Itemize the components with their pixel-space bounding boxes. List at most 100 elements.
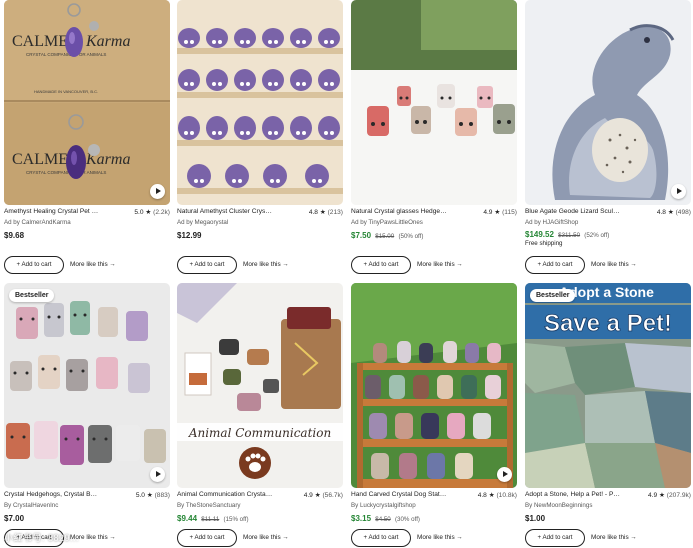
listing-image[interactable]: CALMER Karma CRYSTAL COMPANION FOR ANIMA…: [4, 0, 170, 205]
discount-percent: (52% off): [584, 232, 610, 239]
discount-percent: (30% off): [394, 516, 420, 523]
seller-name: Ad by CalmerAndKarma: [4, 219, 71, 226]
crystal-animal-figurines-image: [4, 283, 170, 488]
star-icon: ★: [319, 209, 326, 216]
seller-name: By CrystalHavenInc: [4, 502, 59, 509]
listing-title[interactable]: Blue Agate Geode Lizard Sculpt...: [525, 208, 621, 215]
listing-image[interactable]: [351, 0, 517, 205]
listing-title[interactable]: Animal Communication Crystal ...: [177, 491, 273, 498]
star-icon: ★: [145, 209, 152, 216]
sale-price: $7.50: [351, 231, 372, 240]
sale-price: $9.44: [177, 514, 198, 523]
listing-meta: Natural Amethyst Cluster Crystal... 4.8 …: [177, 208, 343, 240]
add-to-cart-button[interactable]: + Add to cart: [525, 529, 585, 547]
listing-rating: 5.0 ★ (2.2k): [134, 209, 170, 216]
video-play-icon[interactable]: [497, 467, 512, 482]
more-like-this-link[interactable]: More like this →: [70, 256, 116, 274]
price: $7.00: [4, 514, 25, 523]
more-like-this-link[interactable]: More like this →: [243, 256, 289, 274]
add-to-cart-button[interactable]: + Add to cart: [525, 256, 585, 274]
listing-title[interactable]: Natural Crystal glasses Hedgeho...: [351, 208, 447, 215]
listing-meta: Amethyst Healing Crystal Pet Co... 5.0 ★…: [4, 208, 170, 240]
listing-image[interactable]: Bestseller: [4, 283, 170, 488]
original-price: $4.50: [375, 516, 391, 523]
listing-title[interactable]: Amethyst Healing Crystal Pet Co...: [4, 208, 100, 215]
add-to-cart-button[interactable]: + Add to cart: [177, 256, 237, 274]
listing-rating: 4.8 ★ (498): [656, 209, 691, 216]
tag-brand-text-2: Karma: [85, 33, 130, 50]
star-icon: ★: [146, 492, 153, 499]
listing-meta: Natural Crystal glasses Hedgeho... 4.9 ★…: [351, 208, 517, 240]
adopt-a-stone-image: Adopt a Stone Save a Pet!: [525, 283, 691, 488]
listing-meta: Adopt a Stone, Help a Pet! - Proo... 4.9…: [525, 491, 691, 523]
star-icon: ★: [314, 492, 321, 499]
listing-meta: Hand Carved Crystal Dog Statue... 4.8 ★ …: [351, 491, 517, 523]
star-icon: ★: [667, 209, 674, 216]
video-play-icon[interactable]: [150, 467, 165, 482]
listing-rating: 5.0 ★ (883): [135, 492, 170, 499]
listing-image[interactable]: Animal Communication: [177, 283, 343, 488]
amethyst-clusters-image: [177, 0, 343, 205]
star-icon: ★: [494, 209, 501, 216]
listing-image[interactable]: [177, 0, 343, 205]
original-price: $11.11: [201, 516, 220, 523]
seller-name: By TheStoneSanctuary: [177, 502, 241, 509]
add-to-cart-button[interactable]: + Add to cart: [351, 256, 411, 274]
star-icon: ★: [659, 492, 665, 499]
sale-price: $3.15: [351, 514, 372, 523]
add-to-cart-button[interactable]: + Add to cart: [4, 256, 64, 274]
add-to-cart-button[interactable]: + Add to cart: [351, 529, 411, 547]
listing-image[interactable]: [525, 0, 691, 205]
more-like-this-link[interactable]: More like this →: [243, 529, 289, 547]
listing-title[interactable]: Crystal Hedgehogs, Crystal Bud...: [4, 491, 100, 498]
listing-meta: Crystal Hedgehogs, Crystal Bud... 5.0 ★ …: [4, 491, 170, 523]
image-banner-text: Animal Communication: [188, 426, 331, 440]
sale-price: $149.52: [525, 230, 554, 239]
original-price: $311.50: [558, 232, 581, 239]
listing-title[interactable]: Hand Carved Crystal Dog Statue...: [351, 491, 447, 498]
listing-title[interactable]: Natural Amethyst Cluster Crystal...: [177, 208, 273, 215]
listing-rating: 4.9 ★ (115): [483, 209, 517, 216]
seller-name: Ad by TinyPawsLittleOnes: [351, 219, 423, 226]
discount-percent: (50% off): [398, 233, 424, 240]
seller-name: By Luckycrystalgiftshop: [351, 502, 416, 509]
image-headline-2: Save a Pet!: [544, 310, 672, 337]
pendant-tags-image: CALMER Karma CRYSTAL COMPANION FOR ANIMA…: [4, 0, 170, 205]
more-like-this-link[interactable]: More like this →: [417, 256, 463, 274]
add-to-cart-button[interactable]: + Add to cart: [177, 529, 237, 547]
carved-dog-statues-image: [351, 283, 517, 488]
agate-lizard-image: [525, 0, 691, 205]
listing-meta: Animal Communication Crystal ... 4.9 ★ (…: [177, 491, 343, 523]
listing-image[interactable]: [351, 283, 517, 488]
price: $12.99: [177, 231, 202, 240]
svg-text:HANDMADE IN VANCOUVER, B.C.: HANDMADE IN VANCOUVER, B.C.: [34, 89, 98, 94]
more-like-this-link[interactable]: More like this →: [417, 529, 463, 547]
svg-text:CRYSTAL COMPANION FOR ANIMALS: CRYSTAL COMPANION FOR ANIMALS: [26, 52, 106, 57]
video-play-icon[interactable]: [671, 184, 686, 199]
listing-rating: 4.9 ★ (207.9k): [648, 492, 691, 499]
price: $1.00: [525, 514, 546, 523]
more-like-this-link[interactable]: More like this →: [591, 256, 637, 274]
seller-name: Ad by Megaorystal: [177, 219, 229, 226]
star-icon: ★: [488, 492, 495, 499]
free-shipping-label: Free shipping: [525, 240, 563, 247]
listing-meta: Blue Agate Geode Lizard Sculpt... 4.8 ★ …: [525, 208, 691, 247]
more-like-this-link[interactable]: More like this →: [591, 529, 637, 547]
listing-title[interactable]: Adopt a Stone, Help a Pet! - Proo...: [525, 491, 621, 498]
video-play-icon[interactable]: [150, 184, 165, 199]
svg-text:CRYSTAL COMPANION FOR ANIMALS: CRYSTAL COMPANION FOR ANIMALS: [26, 170, 106, 175]
price: $9.68: [4, 231, 25, 240]
bestseller-badge: Bestseller: [530, 289, 576, 302]
watermark-text: 小红书号: 8829...: [4, 533, 80, 543]
discount-percent: (15% off): [223, 516, 249, 523]
animal-communication-stones-image: Animal Communication: [177, 283, 343, 488]
listing-rating: 4.8 ★ (10.8k): [477, 492, 517, 499]
listing-image[interactable]: Adopt a Stone Save a Pet! Bestseller: [525, 283, 691, 488]
listing-rating: 4.8 ★ (213): [308, 209, 343, 216]
seller-name: By NewMoonBeginnings: [525, 502, 593, 509]
seller-name: Ad by HJAGiftShop: [525, 219, 579, 226]
listing-grid: CALMER Karma CRYSTAL COMPANION FOR ANIMA…: [0, 0, 693, 548]
original-price: $15.00: [375, 233, 395, 240]
crystal-hedgehogs-image: [351, 0, 517, 205]
listing-rating: 4.9 ★ (56.7k): [303, 492, 343, 499]
